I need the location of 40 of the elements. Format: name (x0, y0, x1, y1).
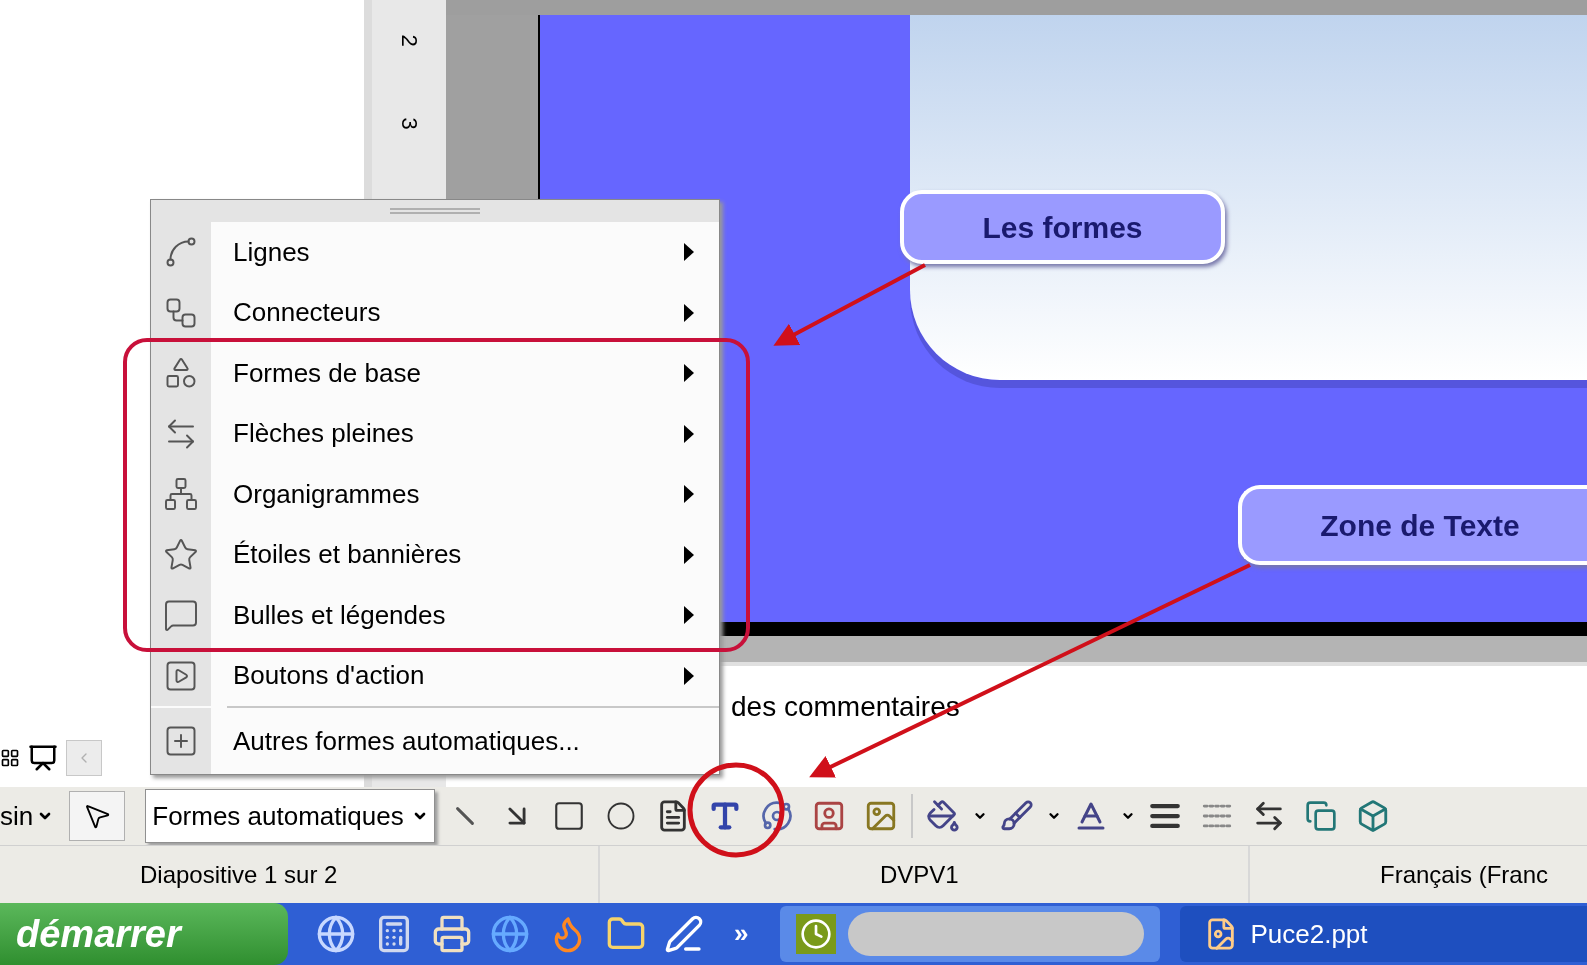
overflow-chevron[interactable]: » (722, 914, 749, 953)
menu-item[interactable]: Boutons d'action (151, 645, 719, 706)
menu-item[interactable]: Flèches pleines (151, 403, 719, 464)
flowchart-icon (163, 476, 199, 513)
submenu-arrow-icon (683, 665, 695, 686)
submenu-arrow-icon (683, 302, 695, 323)
dotted-circle-icon (760, 800, 793, 832)
submenu-arrow-icon (683, 363, 695, 384)
menu-drag-handle[interactable] (151, 200, 719, 222)
menu-item[interactable]: Lignes (151, 222, 719, 283)
clock-icon (796, 914, 837, 954)
paint-bucket-icon (925, 799, 960, 833)
ruler-number: 2 (395, 34, 423, 47)
submenu-arrow-icon (683, 605, 695, 626)
menu-item[interactable]: Formes de base (151, 343, 719, 404)
slideshow-icon[interactable] (28, 743, 58, 773)
status-cell-text: Français (Franc (1379, 859, 1550, 890)
submenu-arrow-icon (683, 484, 695, 505)
autoshapes-button[interactable]: Formes automatiques (145, 789, 435, 843)
callout-text: Zone de Texte (1320, 507, 1520, 544)
menu-item[interactable]: Autres formes automatiques... (151, 708, 719, 774)
submenu-arrow-icon (683, 423, 695, 444)
menu-item[interactable]: Organigrammes (151, 464, 719, 525)
pen-icon[interactable] (664, 914, 704, 954)
taskbar-button[interactable]: Puce2.ppt (1180, 906, 1587, 962)
star-icon (163, 536, 199, 573)
app-icon[interactable] (316, 914, 356, 954)
ruler-number: 3 (395, 117, 423, 130)
shadow-square-icon (1304, 800, 1337, 832)
select-pointer-button[interactable] (69, 791, 126, 841)
notes-text: des commentaires (731, 691, 960, 722)
draw-menu-button[interactable]: sin (0, 793, 62, 839)
callout-text: Les formes (982, 209, 1143, 246)
submenu-arrow-icon (683, 242, 695, 263)
printer-icon[interactable] (432, 914, 472, 954)
submenu-arrow-icon (683, 544, 695, 565)
brush-icon (999, 799, 1034, 833)
menu-item[interactable]: Bulles et légendes (151, 585, 719, 646)
menu-item[interactable]: Connecteurs (151, 282, 719, 343)
menu-item[interactable]: Étoiles et bannières (151, 524, 719, 585)
